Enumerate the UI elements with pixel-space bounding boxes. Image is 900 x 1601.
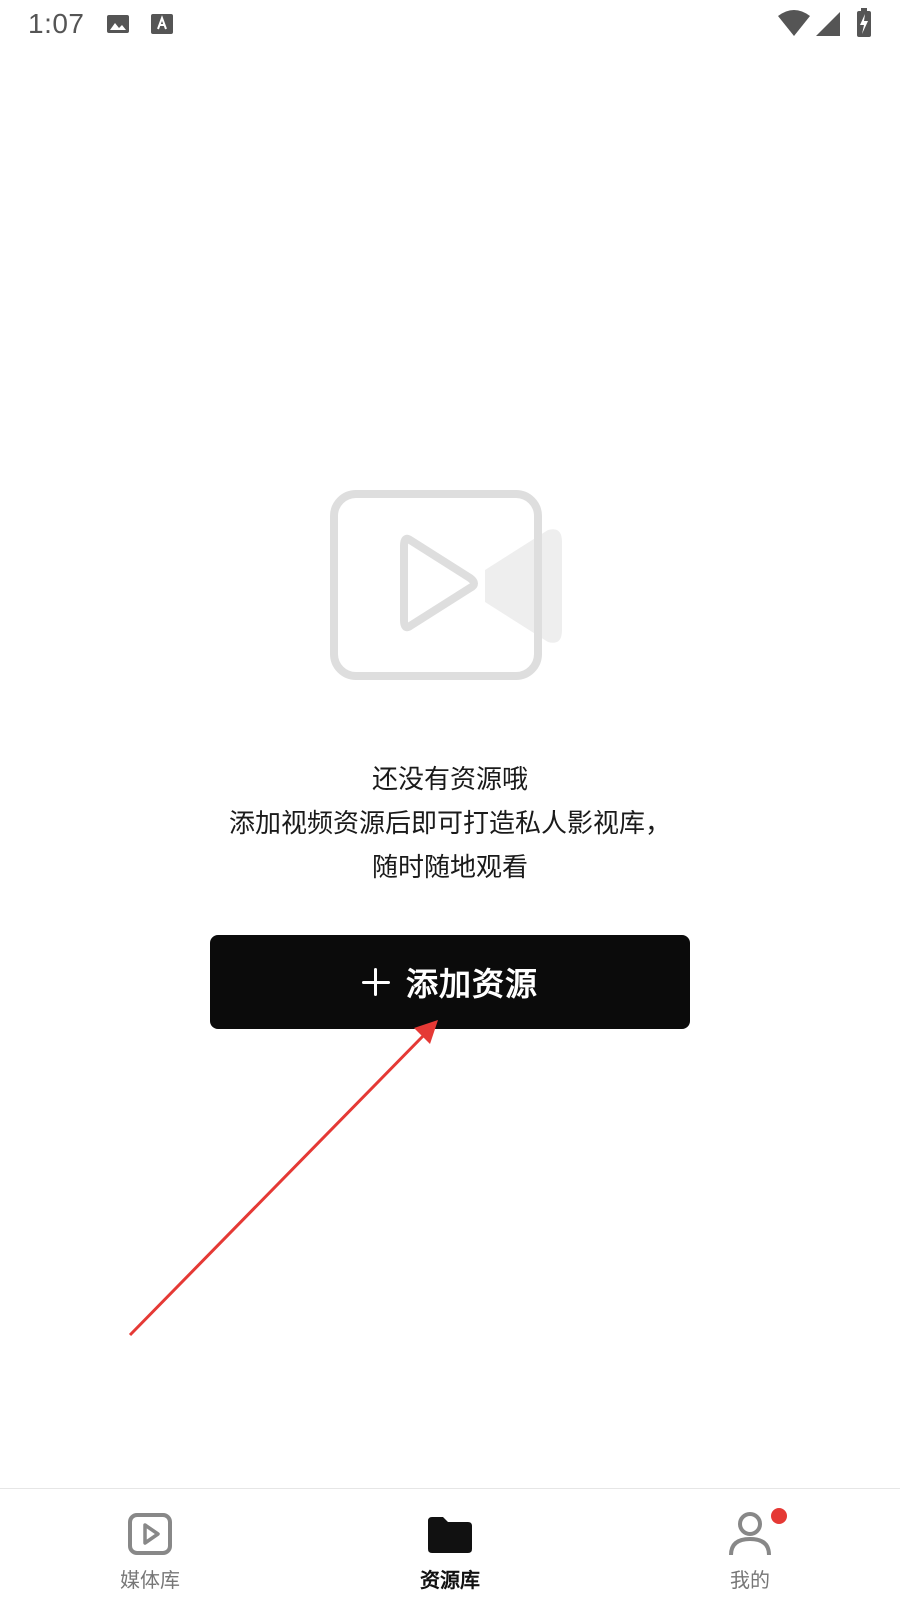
tab-mine[interactable]: 我的 (650, 1489, 850, 1601)
add-resource-button[interactable]: 添加资源 (210, 935, 690, 1029)
video-camera-icon (330, 490, 570, 685)
bottom-nav: 媒体库 资源库 我的 (0, 1488, 900, 1601)
tab-media-library-label: 媒体库 (120, 1568, 180, 1592)
empty-state-message: 还没有资源哦 添加视频资源后即可打造私人影视库， 随时随地观看 (0, 758, 900, 890)
empty-state-description-cont: 随时随地观看 (371, 853, 528, 883)
status-time: 1:07 (28, 8, 85, 39)
battery-charging-icon (856, 8, 872, 42)
person-icon (725, 1509, 775, 1559)
tab-resource-library[interactable]: 资源库 (350, 1489, 550, 1601)
play-box-icon (125, 1509, 175, 1559)
tab-mine-label: 我的 (730, 1568, 770, 1592)
notification-badge (771, 1508, 787, 1524)
image-icon (106, 12, 130, 40)
add-resource-label: 添加资源 (405, 965, 538, 1003)
text-a-icon (150, 12, 174, 40)
wifi-icon (778, 10, 810, 42)
tab-resource-library-label: 资源库 (420, 1568, 480, 1592)
signal-icon (816, 10, 842, 42)
tab-media-library[interactable]: 媒体库 (50, 1489, 250, 1601)
empty-state-description: 添加视频资源后即可打造私人影视库， (228, 809, 671, 839)
folder-icon (425, 1509, 475, 1559)
status-bar: 1:07 (0, 0, 900, 52)
empty-state-title: 还没有资源哦 (371, 765, 528, 795)
plus-icon (361, 968, 390, 996)
